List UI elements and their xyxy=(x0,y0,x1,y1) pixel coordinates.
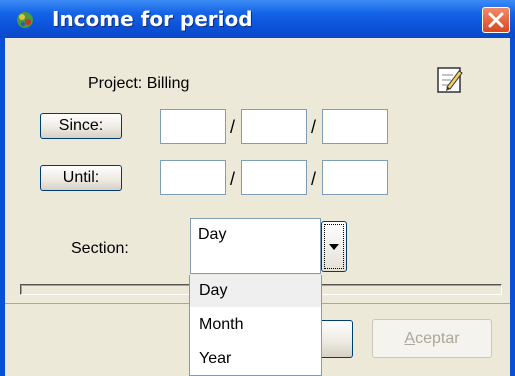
dialog-window: Income for period Project: Billing Since… xyxy=(0,0,515,376)
chevron-down-icon xyxy=(329,244,339,250)
section-label: Section: xyxy=(71,240,129,257)
window-title: Income for period xyxy=(52,7,253,31)
since-year-field[interactable] xyxy=(322,109,388,144)
until-button[interactable]: Until: xyxy=(40,165,122,191)
project-label: Project: Billing xyxy=(88,75,190,92)
section-value: Day xyxy=(198,226,227,243)
section-dropdown-button[interactable] xyxy=(321,221,347,272)
close-icon xyxy=(488,12,504,28)
since-separator-2: / xyxy=(311,117,317,137)
dropdown-option-month[interactable]: Month xyxy=(190,309,321,341)
until-separator-2: / xyxy=(311,169,317,189)
until-month-field[interactable] xyxy=(241,160,307,195)
close-button[interactable] xyxy=(482,7,510,33)
until-year-field[interactable] xyxy=(322,160,388,195)
until-separator-1: / xyxy=(230,169,236,189)
until-day-field[interactable] xyxy=(160,160,226,195)
accept-mnemonic: A xyxy=(404,330,416,347)
dialog-body: Project: Billing Since: / / Until: / / S… xyxy=(5,38,510,376)
section-select[interactable]: Day xyxy=(190,218,321,274)
title-bar[interactable]: Income for period xyxy=(0,0,515,38)
accept-label-rest: ceptar xyxy=(415,330,460,347)
dropdown-option-year[interactable]: Year xyxy=(190,343,321,375)
since-button[interactable]: Since: xyxy=(40,113,122,139)
since-month-field[interactable] xyxy=(241,109,307,144)
section-dropdown-list: Day Month Year xyxy=(189,275,322,376)
edit-notepad-icon[interactable] xyxy=(435,65,465,95)
accept-button[interactable]: Aceptar xyxy=(372,319,492,358)
app-icon xyxy=(17,12,33,28)
dropdown-option-day[interactable]: Day xyxy=(190,275,321,307)
since-separator-1: / xyxy=(230,117,236,137)
since-day-field[interactable] xyxy=(160,109,226,144)
